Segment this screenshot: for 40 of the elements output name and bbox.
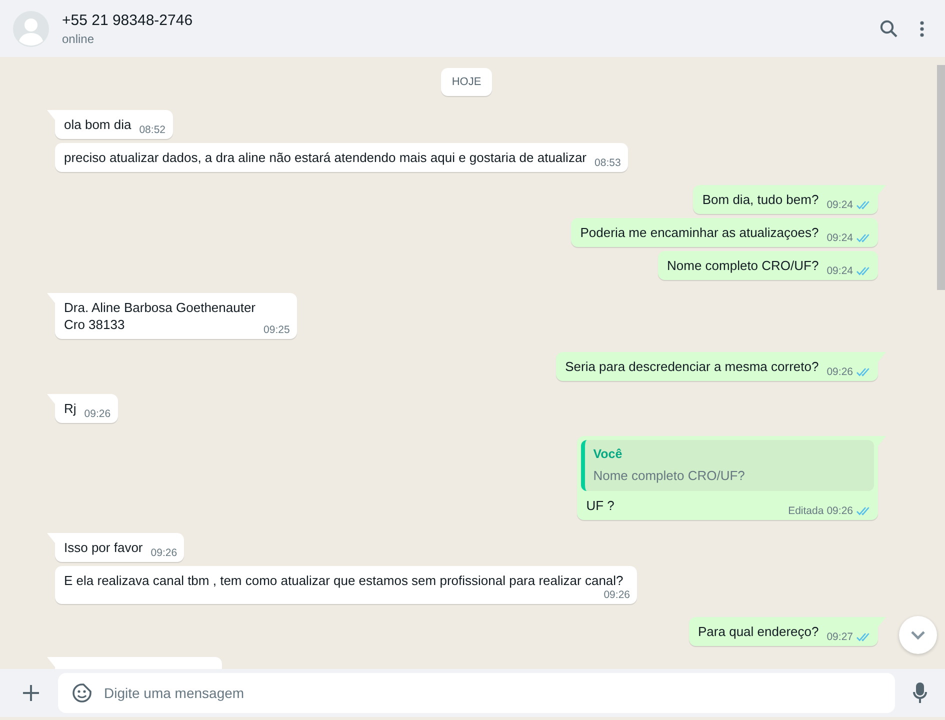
message-text: UF ? xyxy=(586,497,614,514)
message-text: Dra. Aline Barbosa Goethenauter Cro 38133 xyxy=(64,299,256,333)
message-time: 08:52 xyxy=(139,124,166,136)
edited-label: Editada xyxy=(788,505,824,517)
message-text: Bom dia, tudo bem? xyxy=(702,191,819,208)
message-time: 09:25 xyxy=(264,324,290,336)
contact-status: online xyxy=(62,32,94,46)
message-input[interactable]: Digite uma mensagem xyxy=(58,673,895,713)
message-text: ola bom dia xyxy=(64,116,132,133)
quote-text: Nome completo CRO/UF? xyxy=(593,467,745,484)
message-time: 09:24 xyxy=(826,265,853,277)
message-time: 09:26 xyxy=(826,505,853,517)
message-text: preciso atualizar dados, a dra aline não estará atendendo mais aqui e gostaria de atualizar xyxy=(64,149,587,166)
quoted-message[interactable]: Você Nome completo CRO/UF? xyxy=(581,440,874,491)
message-time: 09:26 xyxy=(84,408,111,420)
message-text: E ela realizava canal tbm , tem como atualizar que estamos sem profissional para realizar canal? xyxy=(64,572,624,589)
message-text: Rj xyxy=(64,400,76,417)
sticker-icon[interactable] xyxy=(72,683,92,703)
message-text: Nome completo CRO/UF? xyxy=(667,257,819,274)
message-time: 09:27 xyxy=(826,631,853,643)
message-text: Seria para descredenciar a mesma correto? xyxy=(565,358,819,375)
quote-author: Você xyxy=(593,446,622,463)
microphone-icon[interactable] xyxy=(913,682,927,704)
message-time: 09:26 xyxy=(150,547,178,559)
menu-icon[interactable] xyxy=(920,20,924,36)
search-icon[interactable] xyxy=(880,20,898,38)
plus-icon[interactable] xyxy=(22,684,40,702)
scrollbar-thumb[interactable] xyxy=(937,65,945,290)
message-text: Isso por favor xyxy=(64,539,143,556)
message-time: 09:24 xyxy=(826,232,853,244)
message-text: Poderia me encaminhar as atualizaçoes? xyxy=(580,224,819,241)
message-text: Para qual endereço? xyxy=(698,623,819,640)
date-chip: HOJE xyxy=(440,68,492,96)
message-time: 09:24 xyxy=(826,199,853,211)
contact-name[interactable]: +55 21 98348-2746 xyxy=(62,12,193,28)
scroll-down-button[interactable] xyxy=(899,616,937,654)
message-time: 09:26 xyxy=(826,366,853,378)
message-time: 09:26 xyxy=(604,589,630,601)
message-time: 08:53 xyxy=(594,157,621,169)
chevron-down-icon xyxy=(910,630,926,640)
